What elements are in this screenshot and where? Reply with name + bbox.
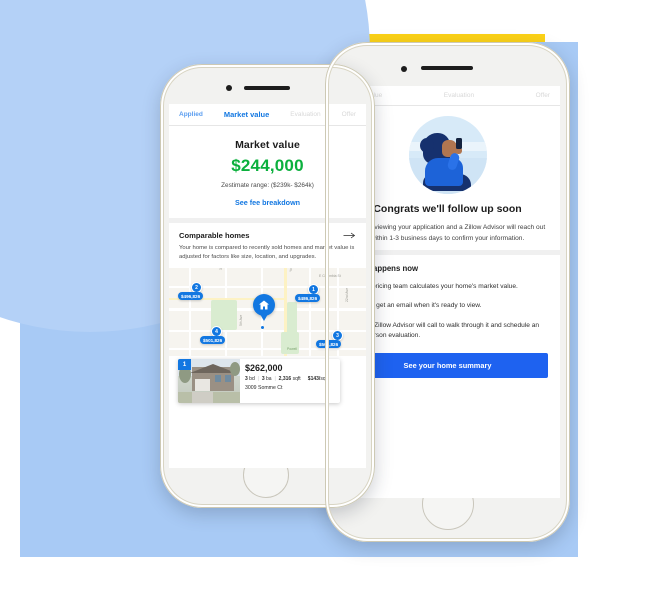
photo-window xyxy=(225,375,231,383)
tab-offer[interactable]: Offer xyxy=(536,92,550,99)
listing-price-per-sqft: $143/ xyxy=(307,376,321,383)
composite-scene: Market value Evaluation Offer xyxy=(0,0,672,605)
map-street-label: 3rd Ave xyxy=(219,268,223,270)
comparable-listing-card[interactable]: 1 $262,000 3 bd | 3 ba | 2,316 sqft $143… xyxy=(178,359,340,404)
what-happens-item-text: You'll get an email when it's ready to v… xyxy=(359,302,482,310)
see-home-summary-button[interactable]: See your home summary xyxy=(347,353,548,379)
listing-price: $262,000 xyxy=(245,363,283,374)
map-street-label: E Columbia St xyxy=(319,274,341,279)
what-happens-title: What happens now xyxy=(347,264,419,274)
map-road xyxy=(189,268,191,357)
spec-separator: | xyxy=(274,376,276,383)
zestimate-range: Zestimate range: ($239k- $264k) xyxy=(221,182,314,189)
listing-card-area: 1 $262,000 3 bd | 3 ba | 2,316 sqft $143… xyxy=(169,356,366,404)
tab-evaluation[interactable]: Evaluation xyxy=(444,92,474,99)
left-progress-tabs: Applied Market value Evaluation Offer xyxy=(169,104,366,126)
market-value-card: Market value $244,000 Zestimate range: (… xyxy=(169,126,366,218)
photo-garage xyxy=(195,379,210,392)
listing-badge: 1 xyxy=(178,359,191,371)
comparable-homes-description: Your home is compared to recently sold h… xyxy=(179,245,355,261)
listing-details: $262,000 3 bd | 3 ba | 2,316 sqft $143/s… xyxy=(240,359,340,403)
listing-sqft: 2,316 xyxy=(278,376,292,383)
map-street-label: 22nd Ave xyxy=(345,288,349,303)
map-street-label: 5th Ave xyxy=(239,315,243,327)
tab-offer[interactable]: Offer xyxy=(342,111,356,118)
listing-baths: 3 xyxy=(261,376,265,383)
listing-beds-unit: bd xyxy=(249,376,255,383)
what-happens-item: You'll get an email when it's ready to v… xyxy=(347,301,548,311)
house-icon xyxy=(259,300,269,310)
map-park-label: Powell xyxy=(287,347,297,352)
comparable-homes-map[interactable]: E Columbia St 3rd Ave York Ave 22nd Ave … xyxy=(169,268,366,357)
phone-mockup-left: Applied Market value Evaluation Offer Ma… xyxy=(160,64,375,508)
front-camera-icon xyxy=(226,85,232,91)
arrow-right-icon[interactable] xyxy=(343,231,356,240)
left-phone-screen: Applied Market value Evaluation Offer Ma… xyxy=(169,104,366,468)
house-photo: 1 xyxy=(178,359,240,404)
what-happens-item-text: Your Zillow Advisor will call to walk th… xyxy=(359,321,540,339)
market-value-title: Market value xyxy=(235,139,300,151)
listing-specs: 3 bd | 3 ba | 2,316 sqft $143/sqft xyxy=(245,376,335,382)
tab-applied[interactable]: Applied xyxy=(179,111,203,118)
map-street-label: York Ave xyxy=(289,268,293,272)
map-park xyxy=(287,302,297,337)
comp-price-pill[interactable]: $500,826 xyxy=(316,340,342,349)
comp-price-pill[interactable]: $486,826 xyxy=(295,294,321,303)
listing-sqft-unit: sqft xyxy=(292,376,301,383)
market-value-amount: $244,000 xyxy=(231,156,304,175)
photo-driveway xyxy=(192,392,213,404)
listing-beds: 3 xyxy=(245,376,248,383)
what-happens-item: Your Zillow Advisor will call to walk th… xyxy=(347,321,548,341)
see-fee-breakdown-link[interactable]: See fee breakdown xyxy=(179,198,356,207)
map-road xyxy=(309,268,311,357)
person-with-phone-illustration xyxy=(408,116,487,194)
tab-market-value[interactable]: Market value xyxy=(224,110,269,119)
tab-evaluation[interactable]: Evaluation xyxy=(290,111,320,118)
earpiece-speaker xyxy=(244,86,290,90)
comparable-homes-section: Comparable homes Your home is compared t… xyxy=(169,223,366,268)
listing-baths-unit: ba xyxy=(266,376,272,383)
comparable-homes-header[interactable]: Comparable homes xyxy=(179,231,356,240)
listing-address: 3009 Somme Ct xyxy=(245,384,283,391)
comparable-homes-title: Comparable homes xyxy=(179,231,250,240)
comp-price-pill[interactable]: $501,826 xyxy=(200,336,226,345)
spec-separator xyxy=(304,376,305,382)
what-happens-item: Our pricing team calculates your home's … xyxy=(347,282,548,292)
what-happens-item-text: Our pricing team calculates your home's … xyxy=(359,283,518,291)
spec-separator: | xyxy=(257,376,259,383)
listing-price-per-sqft-unit: sqft xyxy=(320,376,329,383)
illustration-phone-icon xyxy=(455,138,462,149)
illustration-hair-curl xyxy=(419,138,434,153)
earpiece-speaker xyxy=(421,66,473,70)
front-camera-icon xyxy=(401,66,407,72)
house-pin-icon[interactable] xyxy=(253,294,275,322)
comp-price-pill[interactable]: $496,826 xyxy=(178,292,204,301)
photo-window xyxy=(215,375,221,383)
map-center-dot xyxy=(261,326,264,330)
